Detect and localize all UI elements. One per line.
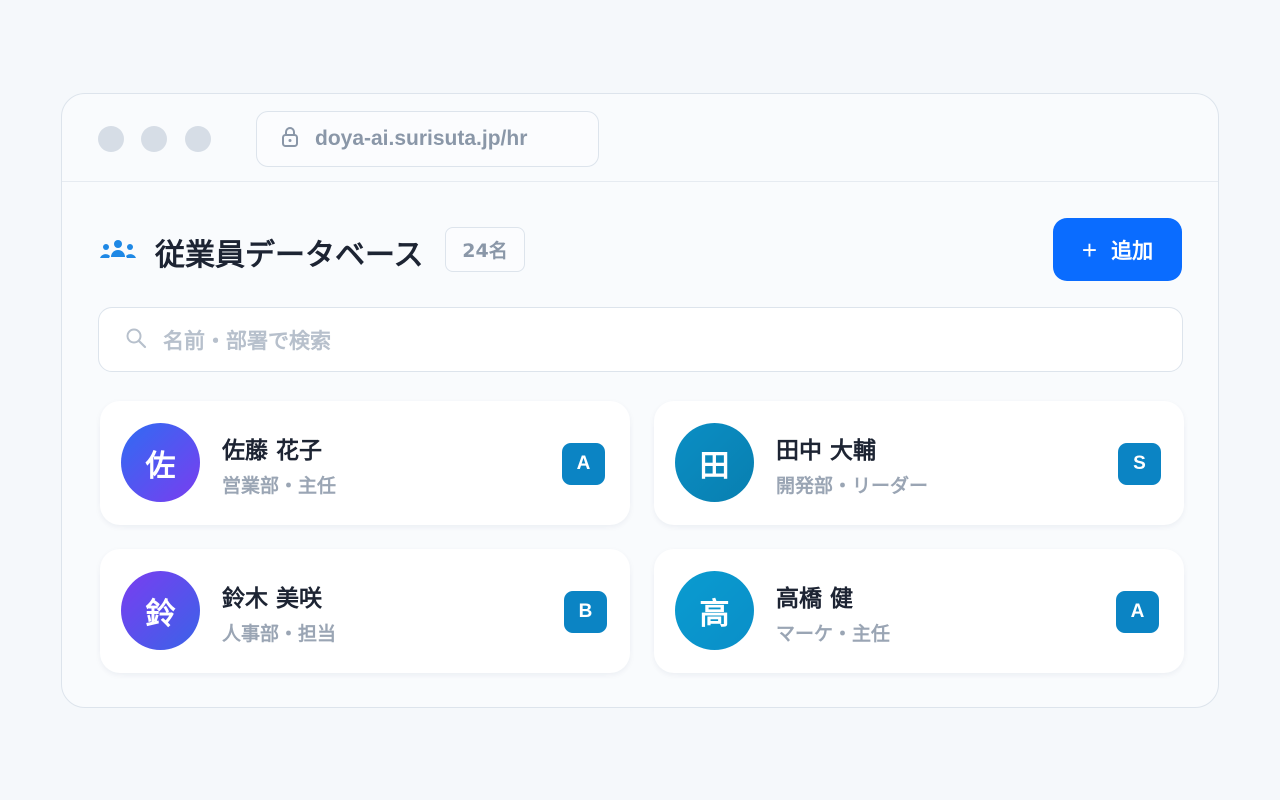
employee-role: 人事部・担当 [222,623,337,645]
window-minimize-dot[interactable] [141,126,167,152]
employee-name: 鈴木 美咲 [222,586,323,612]
browser-window: doya-ai.surisuta.jp/hr 従業員データベース 24名 + 追… [61,93,1219,708]
employee-count-badge: 24名 [445,227,525,272]
page-title: 従業員データベース [155,238,424,273]
grade-badge: B [564,591,607,633]
grade-badge: A [1116,591,1159,633]
search-input[interactable]: 名前・部署で検索 [98,307,1183,372]
grade-badge: S [1118,443,1161,485]
employee-name: 高橋 健 [776,586,854,612]
lock-icon [281,126,315,152]
search-icon [125,327,163,353]
employee-role: マーケ・主任 [776,623,891,645]
employee-role: 営業部・主任 [222,475,337,497]
avatar: 佐 [121,423,200,502]
employee-role: 開発部・リーダー [776,475,929,497]
address-bar[interactable]: doya-ai.surisuta.jp/hr [256,111,599,167]
users-icon [98,238,138,266]
plus-icon: + [1081,234,1098,265]
employee-card[interactable]: 田 田中 大輔 開発部・リーダー S [654,401,1184,525]
avatar: 田 [675,423,754,502]
grade-badge: A [562,443,605,485]
page-header: 従業員データベース 24名 + 追加 [98,218,1182,282]
employee-name: 佐藤 花子 [222,438,323,464]
avatar: 鈴 [121,571,200,650]
employee-card[interactable]: 高 高橋 健 マーケ・主任 A [654,549,1184,673]
search-placeholder: 名前・部署で検索 [163,328,331,353]
employee-name: 田中 大輔 [776,438,877,464]
avatar: 高 [675,571,754,650]
add-employee-button[interactable]: + 追加 [1053,218,1182,281]
employee-card[interactable]: 佐 佐藤 花子 営業部・主任 A [100,401,630,525]
browser-titlebar: doya-ai.surisuta.jp/hr [62,94,1218,182]
add-button-label: 追加 [1111,239,1154,263]
employee-card[interactable]: 鈴 鈴木 美咲 人事部・担当 B [100,549,630,673]
window-close-dot[interactable] [98,126,124,152]
window-maximize-dot[interactable] [185,126,211,152]
address-bar-url: doya-ai.surisuta.jp/hr [315,127,528,150]
